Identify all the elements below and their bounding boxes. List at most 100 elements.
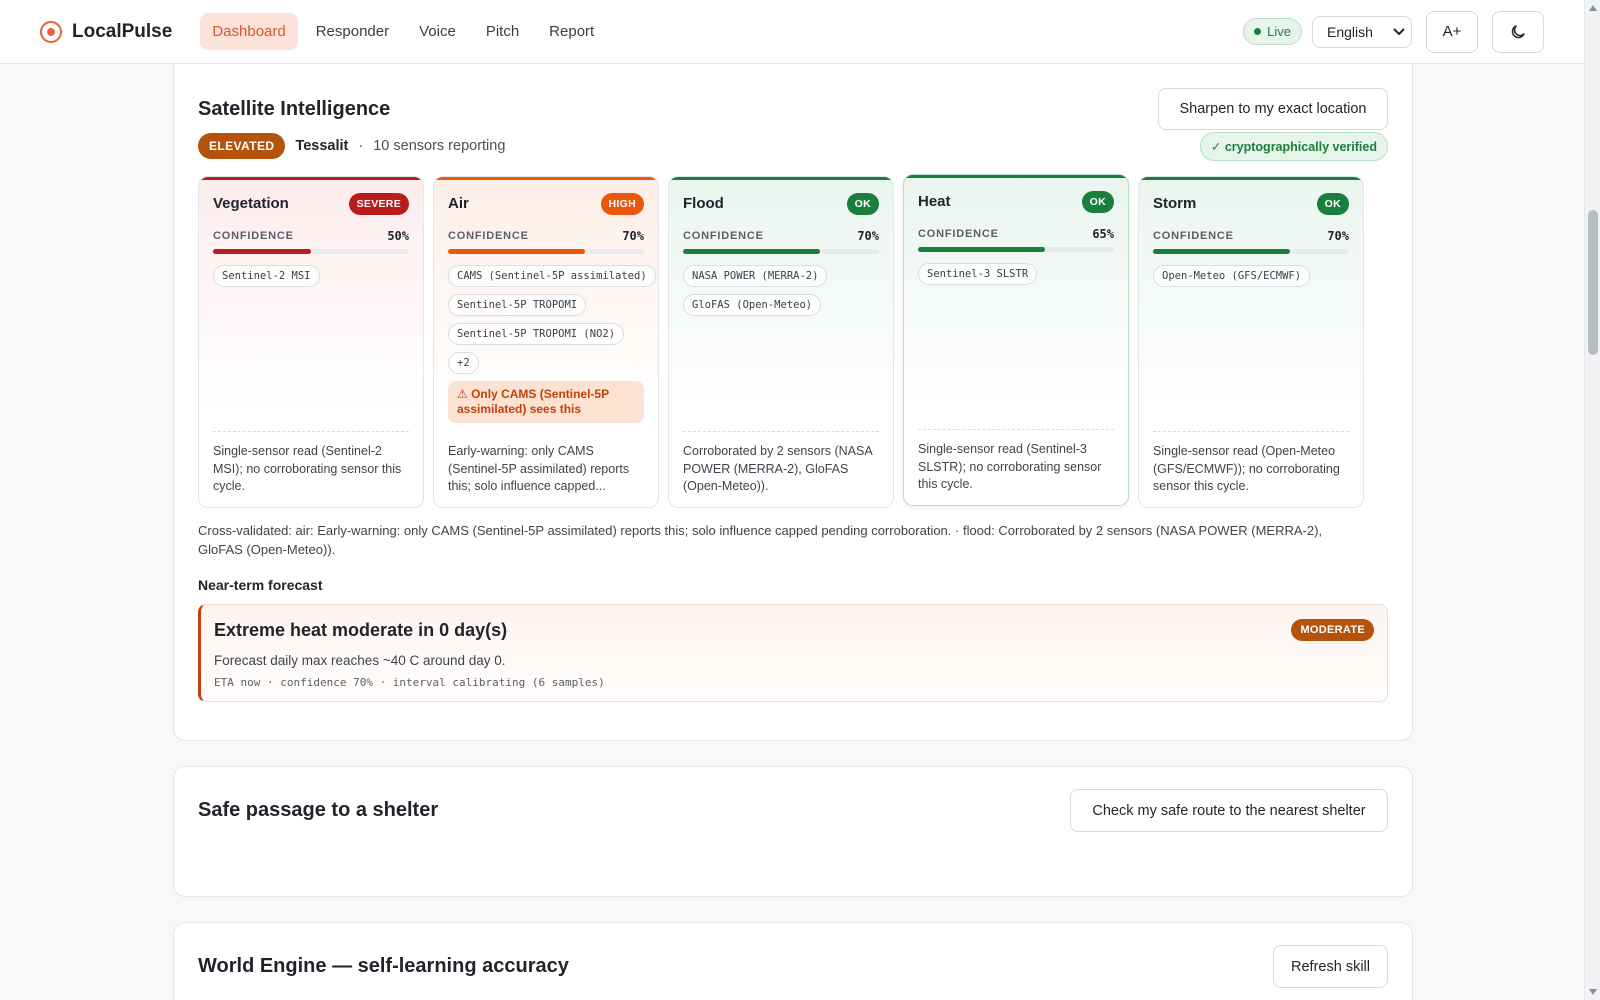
nav-item-report[interactable]: Report: [537, 13, 606, 50]
chevron-down-icon: [1393, 27, 1405, 35]
hazard-card-air[interactable]: Air HIGH CONFIDENCE 70% CAMS (Sentinel-5…: [433, 176, 659, 508]
forecast-section-label: Near-term forecast: [198, 577, 323, 593]
confidence-bar-fill: [448, 249, 586, 254]
hazard-card-heat[interactable]: Heat OK CONFIDENCE 65% Sentinel-3 SLSTR …: [903, 174, 1129, 506]
nav-item-voice[interactable]: Voice: [407, 13, 468, 50]
theme-toggle-button[interactable]: [1492, 10, 1544, 53]
confidence-bar: [448, 249, 644, 254]
world-engine-title: World Engine — self-learning accuracy: [198, 955, 569, 977]
forecast-meta: ETA now · confidence 70% · interval cali…: [214, 676, 605, 689]
nav-item-dashboard[interactable]: Dashboard: [200, 13, 298, 50]
sensor-chips: Sentinel-3 SLSTR: [918, 263, 1118, 285]
hazard-description: Single-sensor read (Open-Meteo (GFS/ECMW…: [1153, 444, 1340, 493]
divider: [213, 431, 409, 432]
hazard-accent-bar: [1139, 177, 1363, 180]
nav-item-pitch[interactable]: Pitch: [474, 13, 531, 50]
hazard-name: Vegetation: [213, 195, 289, 212]
hazard-level-badge: OK: [1081, 191, 1114, 213]
scroll-down-arrow-icon[interactable]: [1589, 989, 1597, 995]
hazard-description: Early-warning: only CAMS (Sentinel-5P as…: [448, 444, 630, 493]
confidence-value: 70%: [1327, 229, 1349, 243]
live-status-badge: Live: [1243, 18, 1302, 45]
sensor-chip: GloFAS (Open-Meteo): [683, 294, 822, 316]
refresh-skill-button[interactable]: Refresh skill: [1273, 945, 1388, 988]
scroll-up-arrow-icon[interactable]: [1589, 5, 1597, 11]
brand[interactable]: LocalPulse: [40, 20, 173, 43]
hazard-level-badge: OK: [1316, 193, 1349, 215]
safe-passage-title: Safe passage to a shelter: [198, 799, 439, 821]
hazard-card-storm[interactable]: Storm OK CONFIDENCE 70% Open-Meteo (GFS/…: [1138, 176, 1364, 508]
sensor-chips: Open-Meteo (GFS/ECMWF): [1153, 265, 1353, 287]
language-select[interactable]: English: [1312, 15, 1412, 48]
sensor-chip: CAMS (Sentinel-5P assimilated): [448, 265, 656, 287]
confidence-bar-fill: [918, 247, 1046, 252]
satellite-intelligence-card: Satellite Intelligence Sharpen to my exa…: [173, 52, 1413, 741]
hazard-card-flood[interactable]: Flood OK CONFIDENCE 70% NASA POWER (MERR…: [668, 176, 894, 508]
confidence-label: CONFIDENCE: [683, 230, 764, 242]
satellite-title: Satellite Intelligence: [198, 98, 391, 120]
live-dot-icon: [1254, 28, 1262, 35]
sensor-chip: Sentinel-5P TROPOMI: [448, 294, 587, 316]
hazard-accent-bar: [199, 177, 423, 180]
single-source-warning: ⚠ Only CAMS (Sentinel-5P assimilated) se…: [448, 381, 644, 423]
sensor-chip: Sentinel-2 MSI: [213, 265, 320, 287]
sensor-chips: CAMS (Sentinel-5P assimilated) Sentinel-…: [448, 265, 656, 374]
more-sensors-chip[interactable]: +2: [448, 352, 479, 374]
hazard-level-badge: HIGH: [600, 193, 644, 215]
hazard-description: Corroborated by 2 sensors (NASA POWER (M…: [683, 444, 872, 493]
confidence-bar-fill: [213, 249, 311, 254]
sensor-chip: Open-Meteo (GFS/ECMWF): [1153, 265, 1311, 287]
divider: [448, 431, 644, 432]
sharpen-location-button[interactable]: Sharpen to my exact location: [1158, 88, 1388, 130]
moon-icon: [1511, 24, 1525, 38]
sensor-chips: Sentinel-2 MSI: [213, 265, 413, 287]
risk-level-badge: ELEVATED: [198, 133, 286, 159]
hazard-name: Air: [448, 195, 469, 212]
confidence-label: CONFIDENCE: [918, 228, 999, 240]
page-scrollbar[interactable]: [1584, 0, 1600, 1000]
hazard-card-vegetation[interactable]: Vegetation SEVERE CONFIDENCE 50% Sentine…: [198, 176, 424, 508]
top-navigation-bar: LocalPulse Dashboard Responder Voice Pit…: [0, 0, 1584, 64]
verified-badge: ✓ cryptographically verified: [1199, 132, 1388, 161]
divider: [918, 429, 1114, 430]
sensor-chips: NASA POWER (MERRA-2) GloFAS (Open-Meteo): [683, 265, 883, 316]
confidence-bar: [1153, 249, 1349, 254]
forecast-summary: Forecast daily max reaches ~40 C around …: [214, 653, 506, 668]
world-engine-card: World Engine — self-learning accuracy Re…: [173, 922, 1413, 1000]
hazard-level-badge: SEVERE: [348, 193, 409, 215]
main-nav: Dashboard Responder Voice Pitch Report: [200, 13, 606, 50]
scroll-thumb[interactable]: [1588, 210, 1598, 355]
confidence-bar: [918, 247, 1114, 252]
confidence-value: 70%: [857, 229, 879, 243]
hazard-accent-bar: [434, 177, 658, 180]
sensor-chip: Sentinel-5P TROPOMI (NO2): [448, 323, 625, 345]
confidence-bar: [683, 249, 879, 254]
confidence-bar-fill: [683, 249, 821, 254]
confidence-value: 65%: [1092, 227, 1114, 241]
hazard-accent-bar: [669, 177, 893, 180]
divider: [1153, 431, 1349, 432]
confidence-bar-fill: [1153, 249, 1291, 254]
hazard-name: Flood: [683, 195, 724, 212]
nav-item-responder[interactable]: Responder: [304, 13, 401, 50]
confidence-value: 70%: [622, 229, 644, 243]
separator: ·: [358, 138, 364, 154]
hazard-description: Single-sensor read (Sentinel-2 MSI); no …: [213, 444, 402, 493]
text-size-button[interactable]: A+: [1426, 10, 1478, 53]
check-safe-route-button[interactable]: Check my safe route to the nearest shelt…: [1070, 789, 1388, 832]
live-label: Live: [1267, 24, 1291, 39]
hazard-level-badge: OK: [846, 193, 879, 215]
app-name: LocalPulse: [72, 20, 173, 42]
hazard-name: Heat: [918, 193, 951, 210]
sensors-count: 10 sensors reporting: [373, 138, 506, 154]
risk-status-row: ELEVATED Tessalit · 10 sensors reporting: [198, 133, 505, 159]
confidence-bar: [213, 249, 409, 254]
forecast-severity-badge: MODERATE: [1291, 619, 1374, 641]
forecast-card: Extreme heat moderate in 0 day(s) MODERA…: [198, 604, 1388, 702]
sensor-chip: Sentinel-3 SLSTR: [918, 263, 1038, 285]
hazard-accent-bar: [904, 175, 1128, 178]
location-name: Tessalit: [295, 138, 349, 154]
sensor-chip: NASA POWER (MERRA-2): [683, 265, 828, 287]
hazard-description: Single-sensor read (Sentinel-3 SLSTR); n…: [918, 442, 1102, 491]
cross-validation-summary: Cross-validated: air: Early-warning: onl…: [198, 523, 1323, 557]
